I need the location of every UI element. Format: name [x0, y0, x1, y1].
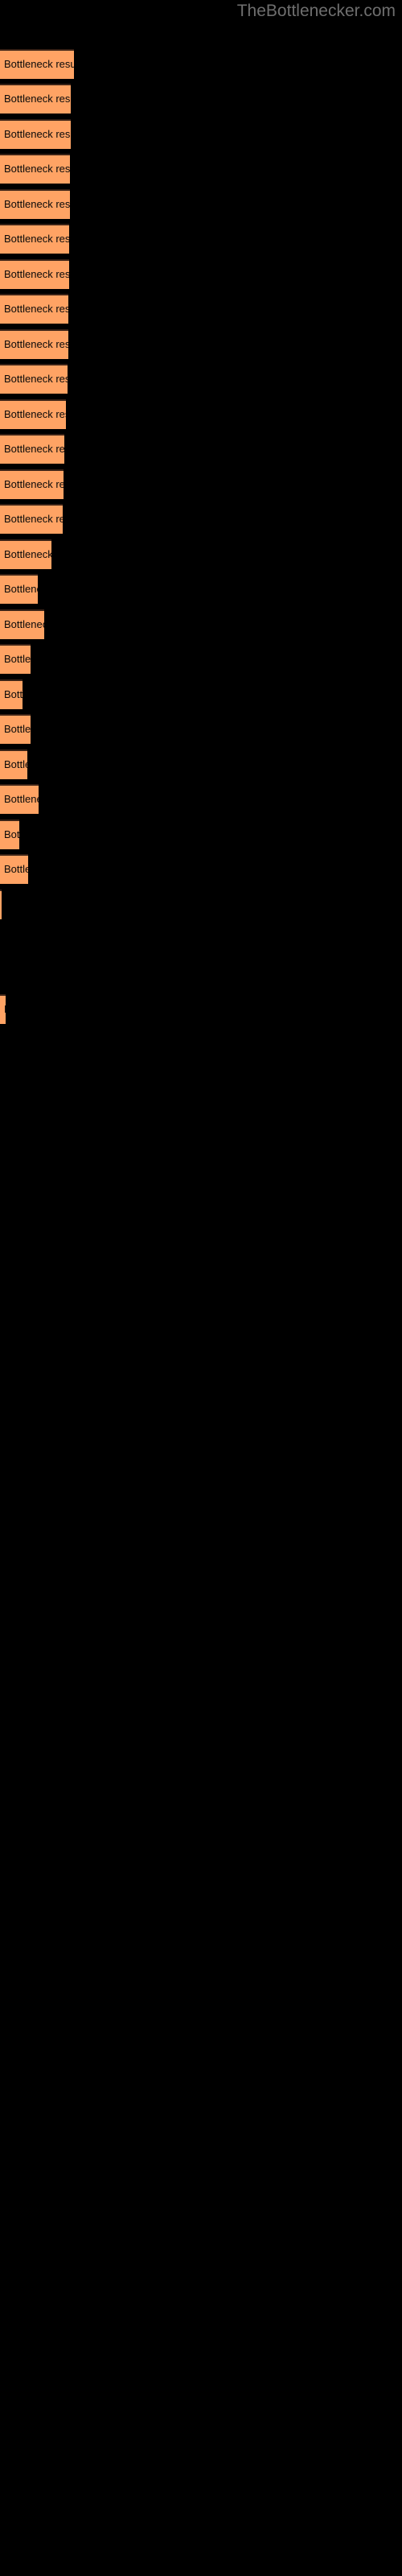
bar-row: Bottleneck result [0, 784, 39, 814]
bar-row: Bottleneck result [0, 574, 38, 604]
bar-row: Bottleneck result [0, 504, 63, 534]
bar [0, 574, 38, 604]
bar-row: Bottleneck result [0, 84, 71, 114]
bar-row: Bottleneck result [0, 854, 28, 884]
bar-row: Bottleneck result [0, 714, 31, 744]
bar-row: Bottleneck result [0, 189, 70, 219]
bar [0, 434, 64, 464]
bar [0, 644, 31, 674]
bar-row: Bottleneck result [0, 259, 69, 289]
bar-row: Bottleneck result [0, 399, 66, 429]
bar-row: Bottleneck result [0, 539, 51, 569]
bar [0, 994, 6, 1024]
bar-row: Bottleneck result [0, 644, 31, 674]
bar [0, 84, 71, 114]
bar [0, 189, 70, 219]
bar-row: Bottleneck result [0, 679, 23, 709]
bottleneck-bar-chart: TheBottlenecker.com Bottleneck result Bot… [0, 0, 402, 2576]
bar [0, 679, 23, 709]
bar [0, 49, 74, 79]
bar [0, 609, 44, 639]
bar [0, 784, 39, 814]
bar-row: Bottleneck result [0, 49, 74, 79]
bar [0, 224, 69, 254]
bar [0, 749, 27, 779]
bar-row: Bottleneck result [0, 154, 70, 184]
bar-row: Bottleneck result [0, 819, 19, 849]
bar [0, 714, 31, 744]
bar-row: Bottleneck result [0, 994, 6, 1024]
bar [0, 154, 70, 184]
bar-row: Bottleneck result [0, 329, 68, 359]
bar-row: Bottleneck result [0, 119, 71, 149]
bar [0, 294, 68, 324]
bar-row: Bottleneck result [0, 749, 27, 779]
bar [0, 469, 64, 499]
bar [0, 119, 71, 149]
bar-row: Bottleneck result [0, 890, 2, 919]
bar [0, 819, 19, 849]
bar [0, 364, 68, 394]
bar-row: Bottleneck result [0, 609, 44, 639]
bar [0, 890, 2, 919]
bar [0, 329, 68, 359]
plot-area: Bottleneck result Bottleneck result Bottle… [0, 0, 402, 2576]
bar-row: Bottleneck result [0, 224, 69, 254]
bar-row: Bottleneck result [0, 294, 68, 324]
bar [0, 854, 28, 884]
bar [0, 539, 51, 569]
bar [0, 504, 63, 534]
bar [0, 259, 69, 289]
bar-row: Bottleneck result [0, 364, 68, 394]
bar-row: Bottleneck result [0, 469, 64, 499]
bar-row: Bottleneck result [0, 434, 64, 464]
bar [0, 399, 66, 429]
